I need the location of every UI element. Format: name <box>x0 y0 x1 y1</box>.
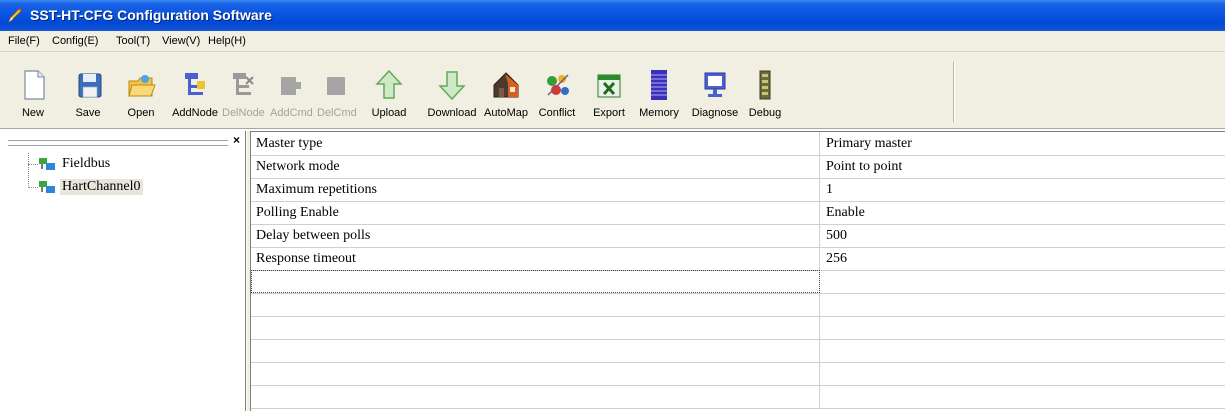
automap-button[interactable]: AutoMap <box>482 52 530 126</box>
network-node-icon <box>39 181 55 193</box>
project-tree-panel: × Fieldbus HartChannel0 <box>0 131 246 411</box>
monitor-diagnose-icon <box>704 72 726 97</box>
open-folder-icon <box>128 75 156 97</box>
property-value[interactable] <box>820 385 1225 408</box>
delete-node-button[interactable]: DelNode <box>222 52 265 126</box>
table-row[interactable] <box>251 362 1225 386</box>
property-name <box>251 270 820 293</box>
table-row[interactable]: Polling Enable Enable <box>251 201 1225 225</box>
upload-arrow-icon <box>375 69 403 99</box>
add-command-icon <box>281 77 301 95</box>
menu-bar: File(F) Config(E) Tool(T) View(V) Help(H… <box>0 31 1225 52</box>
panel-grip[interactable] <box>8 140 228 146</box>
property-value[interactable] <box>820 270 1225 293</box>
tree-connector <box>28 164 38 165</box>
menu-tool[interactable]: Tool(T) <box>116 35 150 47</box>
close-icon[interactable]: × <box>233 133 240 147</box>
property-grid: Master type Primary master Network mode … <box>251 131 1225 411</box>
property-name <box>251 362 820 385</box>
delete-command-icon <box>327 77 345 95</box>
property-value[interactable] <box>820 293 1225 316</box>
network-node-icon <box>39 158 55 170</box>
property-name: Maximum repetitions <box>251 178 820 201</box>
open-button[interactable]: Open <box>124 52 158 126</box>
property-value[interactable] <box>820 316 1225 339</box>
add-node-icon <box>185 73 205 95</box>
save-disk-icon <box>78 73 102 98</box>
new-button[interactable]: New <box>18 52 48 126</box>
memory-button[interactable]: Memory <box>638 52 680 126</box>
debug-button[interactable]: Debug <box>745 52 785 126</box>
tree-connector <box>28 187 38 188</box>
property-name: Response timeout <box>251 247 820 270</box>
property-name: Network mode <box>251 155 820 178</box>
table-row[interactable] <box>251 293 1225 317</box>
table-row[interactable] <box>251 385 1225 409</box>
property-value[interactable]: 1 <box>820 178 1225 201</box>
table-row[interactable]: Maximum repetitions 1 <box>251 178 1225 202</box>
download-button[interactable]: Download <box>424 52 480 126</box>
upload-button[interactable]: Upload <box>367 52 411 126</box>
menu-view[interactable]: View(V) <box>162 35 200 47</box>
property-name: Polling Enable <box>251 201 820 224</box>
property-value[interactable]: Point to point <box>820 155 1225 178</box>
property-value[interactable]: 256 <box>820 247 1225 270</box>
menu-config[interactable]: Config(E) <box>52 35 98 47</box>
conflict-button[interactable]: Conflict <box>536 52 578 126</box>
window-title: SST-HT-CFG Configuration Software <box>30 7 272 23</box>
diagnose-button[interactable]: Diagnose <box>690 52 740 126</box>
delete-node-icon <box>233 73 254 95</box>
export-button[interactable]: Export <box>590 52 628 126</box>
title-bar[interactable]: SST-HT-CFG Configuration Software <box>0 0 1225 31</box>
debug-device-icon <box>759 70 771 100</box>
property-name <box>251 316 820 339</box>
table-row[interactable]: Response timeout 256 <box>251 247 1225 271</box>
table-row[interactable]: Delay between polls 500 <box>251 224 1225 248</box>
property-name: Delay between polls <box>251 224 820 247</box>
table-row[interactable]: Network mode Point to point <box>251 155 1225 179</box>
table-row[interactable] <box>251 339 1225 363</box>
pencil-icon <box>8 8 22 24</box>
property-name <box>251 293 820 316</box>
property-value[interactable]: Enable <box>820 201 1225 224</box>
table-row[interactable] <box>251 270 1225 294</box>
save-button[interactable]: Save <box>73 52 103 126</box>
conflict-icon <box>547 74 569 96</box>
table-row[interactable]: Master type Primary master <box>251 132 1225 156</box>
delete-command-button[interactable]: DelCmd <box>317 52 357 126</box>
property-name <box>251 339 820 362</box>
new-document-icon <box>24 70 45 100</box>
house-icon <box>493 72 519 98</box>
property-value[interactable]: 500 <box>820 224 1225 247</box>
download-arrow-icon <box>438 71 466 101</box>
property-value[interactable] <box>820 339 1225 362</box>
toolbar-divider <box>953 62 955 122</box>
add-node-button[interactable]: AddNode <box>171 52 219 126</box>
property-name <box>251 385 820 408</box>
toolbar: New Save Open AddNode DelNode AddCmd Del… <box>0 52 1225 129</box>
menu-file[interactable]: File(F) <box>8 35 40 47</box>
memory-bars-icon <box>651 70 667 100</box>
table-row[interactable] <box>251 316 1225 340</box>
property-value[interactable] <box>820 362 1225 385</box>
property-value[interactable]: Primary master <box>820 132 1225 155</box>
excel-export-icon <box>597 74 621 98</box>
tree-connector <box>28 153 29 188</box>
add-command-button[interactable]: AddCmd <box>270 52 313 126</box>
menu-help[interactable]: Help(H) <box>208 35 246 47</box>
property-name: Master type <box>251 132 820 155</box>
